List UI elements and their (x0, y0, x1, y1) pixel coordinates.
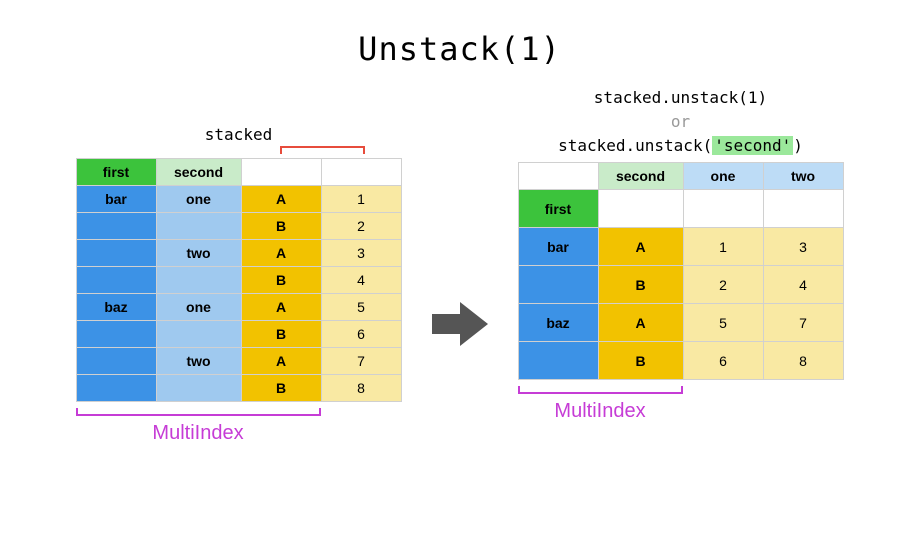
cell: 8 (321, 375, 401, 402)
hdr-blank (763, 190, 843, 228)
code-or: or (671, 112, 690, 131)
code-line-2c: ) (793, 136, 803, 155)
cell (156, 213, 241, 240)
cell: one (156, 186, 241, 213)
hdr-blank2 (321, 159, 401, 186)
cell: A (241, 240, 321, 267)
cell: A (241, 294, 321, 321)
cell: 6 (683, 342, 763, 380)
hdr-second: second (598, 163, 683, 190)
cell (156, 267, 241, 294)
cell: 3 (321, 240, 401, 267)
cell: B (241, 375, 321, 402)
cell: 8 (763, 342, 843, 380)
cell: bar (76, 186, 156, 213)
cell: A (598, 228, 683, 266)
right-table: second one two first barA13 B24 bazA57 B… (518, 162, 844, 380)
cell: bar (518, 228, 598, 266)
hdr-blank (598, 190, 683, 228)
bracket-icon (76, 408, 321, 416)
bracket-icon (518, 386, 683, 394)
cell: one (156, 294, 241, 321)
cell: 2 (321, 213, 401, 240)
cell: two (156, 240, 241, 267)
right-panel: stacked.unstack(1) or stacked.unstack('s… (518, 98, 844, 423)
hdr-second: second (156, 159, 241, 186)
code-line-1: stacked.unstack(1) (594, 88, 767, 107)
right-caption: stacked.unstack(1) or stacked.unstack('s… (558, 86, 803, 158)
cell: B (598, 266, 683, 304)
cell (76, 375, 156, 402)
cell: 3 (763, 228, 843, 266)
hdr-two: two (763, 163, 843, 190)
cell (76, 267, 156, 294)
cell: B (241, 213, 321, 240)
bracket-top-icon (280, 146, 365, 154)
cell: 1 (683, 228, 763, 266)
cell: 7 (321, 348, 401, 375)
hdr-blank1 (241, 159, 321, 186)
cell: 6 (321, 321, 401, 348)
code-line-2b: 'second' (712, 136, 793, 155)
page-title: Unstack(1) (0, 0, 919, 98)
cell (76, 348, 156, 375)
cell (156, 321, 241, 348)
cell (76, 213, 156, 240)
cell: 7 (763, 304, 843, 342)
cell: baz (76, 294, 156, 321)
cell: B (598, 342, 683, 380)
code-line-2a: stacked.unstack( (558, 136, 712, 155)
cell (76, 240, 156, 267)
multiindex-label: MultiIndex (152, 422, 243, 445)
cell: baz (518, 304, 598, 342)
hdr-first: first (76, 159, 156, 186)
cell: B (241, 321, 321, 348)
cell: 5 (683, 304, 763, 342)
cell: B (241, 267, 321, 294)
cell: A (241, 186, 321, 213)
cell (156, 375, 241, 402)
cell: 4 (321, 267, 401, 294)
left-caption: stacked (205, 125, 272, 144)
cell: 1 (321, 186, 401, 213)
cell: 2 (683, 266, 763, 304)
cell: 4 (763, 266, 843, 304)
cell (518, 342, 598, 380)
cell (518, 266, 598, 304)
hdr-one: one (683, 163, 763, 190)
cell: 5 (321, 294, 401, 321)
hdr-blank (518, 163, 598, 190)
cell: two (156, 348, 241, 375)
hdr-blank (683, 190, 763, 228)
cell (76, 321, 156, 348)
arrow-right-icon (432, 300, 488, 353)
cell: A (241, 348, 321, 375)
hdr-first: first (518, 190, 598, 228)
multiindex-label: MultiIndex (554, 400, 645, 423)
left-panel: stacked first second baroneA1 B2 twoA3 B… (76, 98, 402, 445)
cell: A (598, 304, 683, 342)
left-table: first second baroneA1 B2 twoA3 B4 bazone… (76, 158, 402, 402)
